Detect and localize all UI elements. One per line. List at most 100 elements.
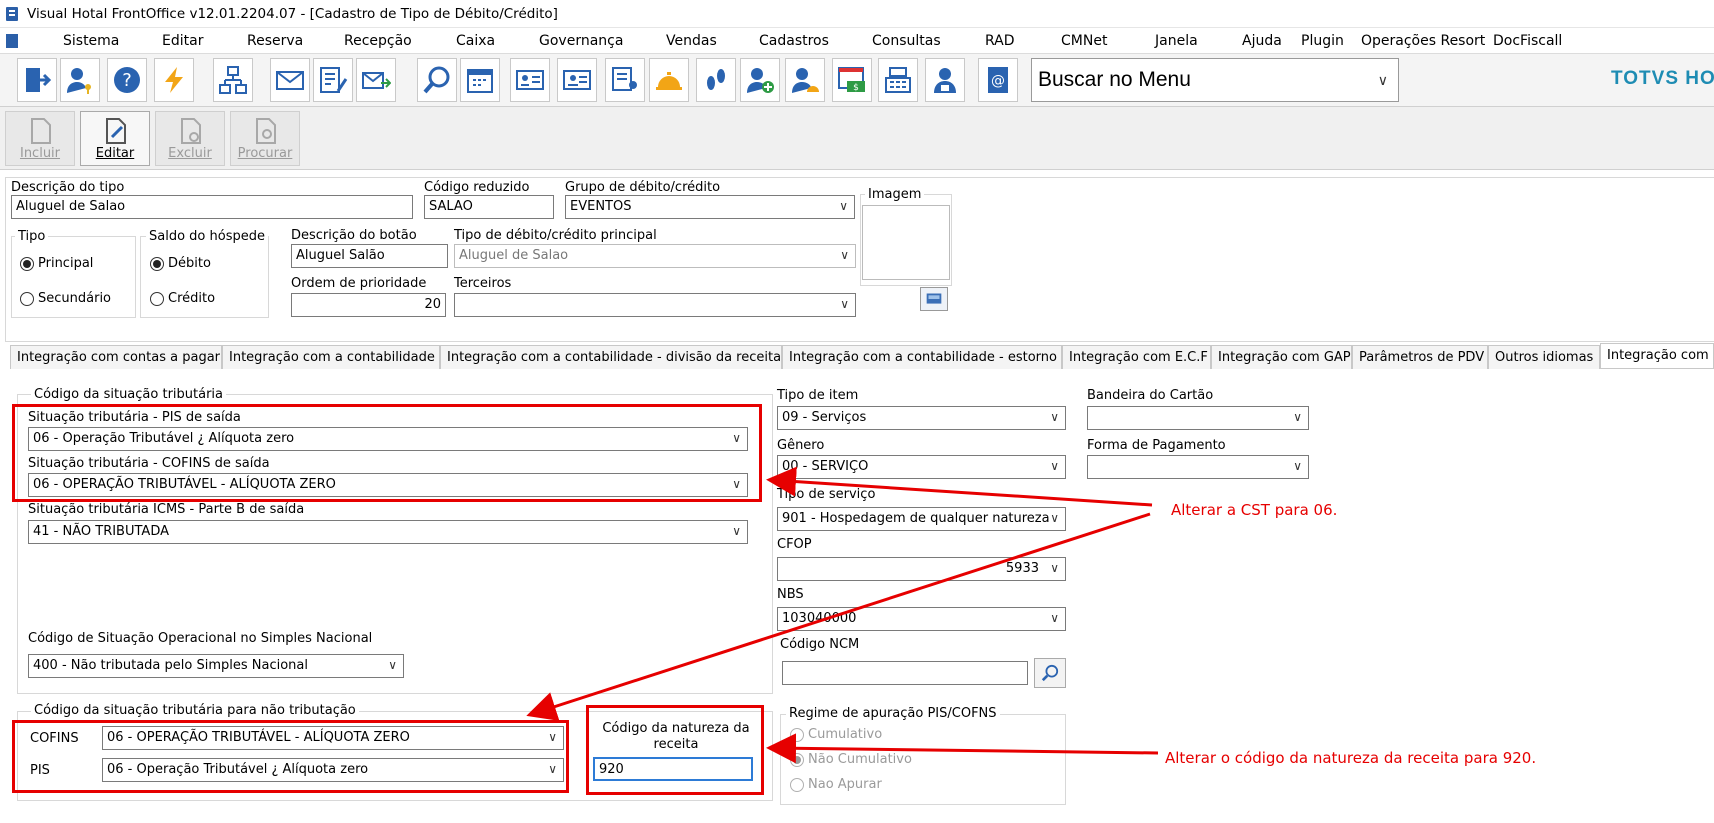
edit-list-button[interactable] [313, 58, 353, 102]
tipo-principal-select-label: Tipo de débito/crédito principal [454, 228, 657, 243]
editar-button[interactable]: Editar [80, 111, 150, 166]
procurar-button[interactable]: Procurar [230, 111, 300, 166]
menu-governanca[interactable]: Governança [539, 33, 623, 49]
tipo-principal-select[interactable]: Aluguel de Salao ∨ [454, 244, 856, 268]
org-chart-icon [219, 66, 247, 94]
grupo-select[interactable]: EVENTOS ∨ [565, 195, 855, 219]
menu-consultas[interactable]: Consultas [872, 33, 941, 49]
brand-logo: TOTVS HOT [1611, 68, 1714, 89]
ncm-search-button[interactable] [1034, 658, 1066, 688]
saldo-debito-label: Débito [168, 256, 211, 271]
tipo-secundario-radio[interactable]: Secundário [20, 291, 111, 306]
id-card-icon [516, 70, 544, 90]
simples-label: Código de Situação Operacional no Simple… [28, 631, 373, 646]
tab-parametros-pdv[interactable]: Parâmetros de PDV [1352, 345, 1488, 369]
nbs-value: 103040000 [782, 611, 857, 626]
regime-nao-cumulativo-radio[interactable]: Não Cumulativo [790, 752, 912, 767]
user-bell-icon [792, 68, 819, 93]
menu-plugin[interactable]: Plugin [1301, 33, 1344, 49]
tab-contabilidade-divisao[interactable]: Integração com a contabilidade - divisão… [440, 345, 782, 369]
add-user-button[interactable] [740, 58, 780, 102]
saldo-debito-radio[interactable]: Débito [150, 256, 211, 271]
forma-pagamento-select[interactable]: ∨ [1087, 455, 1309, 479]
guest-list-button[interactable] [557, 58, 597, 102]
bell-button[interactable] [649, 58, 689, 102]
terceiros-select[interactable]: ∨ [454, 293, 856, 317]
tipo-principal-radio[interactable]: Principal [20, 256, 93, 271]
tab-contabilidade-estorno[interactable]: Integração com a contabilidade - estorno [782, 345, 1062, 369]
tab-gap[interactable]: Integração com GAP [1211, 345, 1352, 369]
menu-cadastros[interactable]: Cadastros [759, 33, 829, 49]
tipo-servico-label: Tipo de serviço [777, 487, 876, 502]
menu-sistema[interactable]: Sistema [63, 33, 119, 49]
regime-label: Regime de apuração PIS/COFNS [786, 706, 1000, 721]
bandeira-select[interactable]: ∨ [1087, 406, 1309, 430]
system-menu-icon[interactable] [6, 34, 18, 48]
excluir-button[interactable]: Excluir [155, 111, 225, 166]
menu-rad[interactable]: RAD [985, 33, 1015, 49]
incluir-label: Incluir [19, 146, 61, 161]
menu-operacoes-resort[interactable]: Operações Resort [1361, 33, 1485, 49]
title-bar: Visual Hotal FrontOffice v12.01.2204.07 … [0, 0, 1714, 28]
menu-janela[interactable]: Janela [1155, 33, 1198, 49]
tab-outros-idiomas[interactable]: Outros idiomas [1488, 345, 1600, 369]
tab-integracao-fiscal[interactable]: Integração com I [1600, 343, 1714, 368]
menu-cmnet[interactable]: CMNet [1061, 33, 1107, 49]
tipo-servico-select[interactable]: 901 - Hospedagem de qualquer natureza ∨ [777, 507, 1066, 531]
send-mail-button[interactable] [356, 58, 396, 102]
ordem-input[interactable]: 20 [291, 293, 446, 317]
annotation-note-natureza: Alterar o código da natureza da receita … [1165, 749, 1537, 767]
incluir-button[interactable]: Incluir [5, 111, 75, 166]
menu-bar: Sistema Editar Reserva Recepção Caixa Go… [0, 28, 1714, 54]
cfop-label: CFOP [777, 537, 812, 552]
footsteps-button[interactable] [696, 58, 736, 102]
nbs-select[interactable]: 103040000 ∨ [777, 607, 1066, 631]
menu-docfiscall[interactable]: DocFiscall [1493, 33, 1562, 49]
exit-button[interactable] [17, 58, 57, 102]
saldo-credito-radio[interactable]: Crédito [150, 291, 215, 306]
user-service-button[interactable] [785, 58, 825, 102]
regime-nao-apurar-radio[interactable]: Nao Apurar [790, 777, 882, 792]
contacts-button[interactable]: @ [978, 58, 1018, 102]
tab-contas-a-pagar[interactable]: Integração com contas a pagar [10, 345, 222, 369]
guest-card-button[interactable] [510, 58, 550, 102]
menu-vendas[interactable]: Vendas [666, 33, 717, 49]
lightning-icon [165, 67, 183, 93]
genero-select[interactable]: 00 - SERVIÇO ∨ [777, 455, 1066, 479]
simples-select[interactable]: 400 - Não tributada pelo Simples Naciona… [28, 654, 404, 678]
codigo-reduzido-input[interactable]: SALAO [424, 195, 554, 219]
cashier-button[interactable]: $ [832, 58, 872, 102]
menu-reserva[interactable]: Reserva [247, 33, 303, 49]
user-key-button[interactable] [60, 58, 100, 102]
regime-cumulativo-radio[interactable]: Cumulativo [790, 727, 882, 742]
menu-ajuda[interactable]: Ajuda [1242, 33, 1282, 49]
botao-input[interactable]: Aluguel Salão [291, 244, 448, 268]
tab-contabilidade[interactable]: Integração com a contabilidade [222, 345, 440, 369]
tab-ecf[interactable]: Integração com E.C.F [1062, 345, 1211, 369]
tipo-item-select[interactable]: 09 - Serviços ∨ [777, 406, 1066, 430]
cash-register-button[interactable] [878, 58, 918, 102]
guest-list-icon [563, 70, 591, 90]
help-button[interactable]: ? [107, 58, 147, 102]
report-button[interactable] [605, 58, 645, 102]
cfop-select[interactable]: 5933 ∨ [777, 557, 1066, 581]
menu-caixa[interactable]: Caixa [456, 33, 495, 49]
structure-button[interactable] [213, 58, 253, 102]
calendar-button[interactable] [460, 58, 500, 102]
descricao-input[interactable]: Aluguel de Salao [11, 195, 413, 219]
menu-recepcao[interactable]: Recepção [344, 33, 412, 49]
ncm-input[interactable] [782, 661, 1028, 685]
maid-button[interactable] [925, 58, 965, 102]
tipo-item-value: 09 - Serviços [782, 410, 867, 425]
mail-send-icon [362, 72, 391, 89]
lightning-button[interactable] [154, 58, 194, 102]
menu-editar[interactable]: Editar [162, 33, 203, 49]
mail-button[interactable] [270, 58, 310, 102]
radio-checked-icon [20, 256, 34, 271]
cst-icms-select[interactable]: 41 - NÃO TRIBUTADA ∨ [28, 520, 748, 544]
regime-nao-apurar-label: Nao Apurar [808, 777, 882, 792]
search-button[interactable] [417, 58, 457, 102]
action-bar: Incluir Editar Excluir Procurar [0, 107, 1714, 170]
menu-search-select[interactable]: Buscar no Menu ∨ [1031, 58, 1399, 102]
image-browse-button[interactable] [920, 287, 948, 311]
